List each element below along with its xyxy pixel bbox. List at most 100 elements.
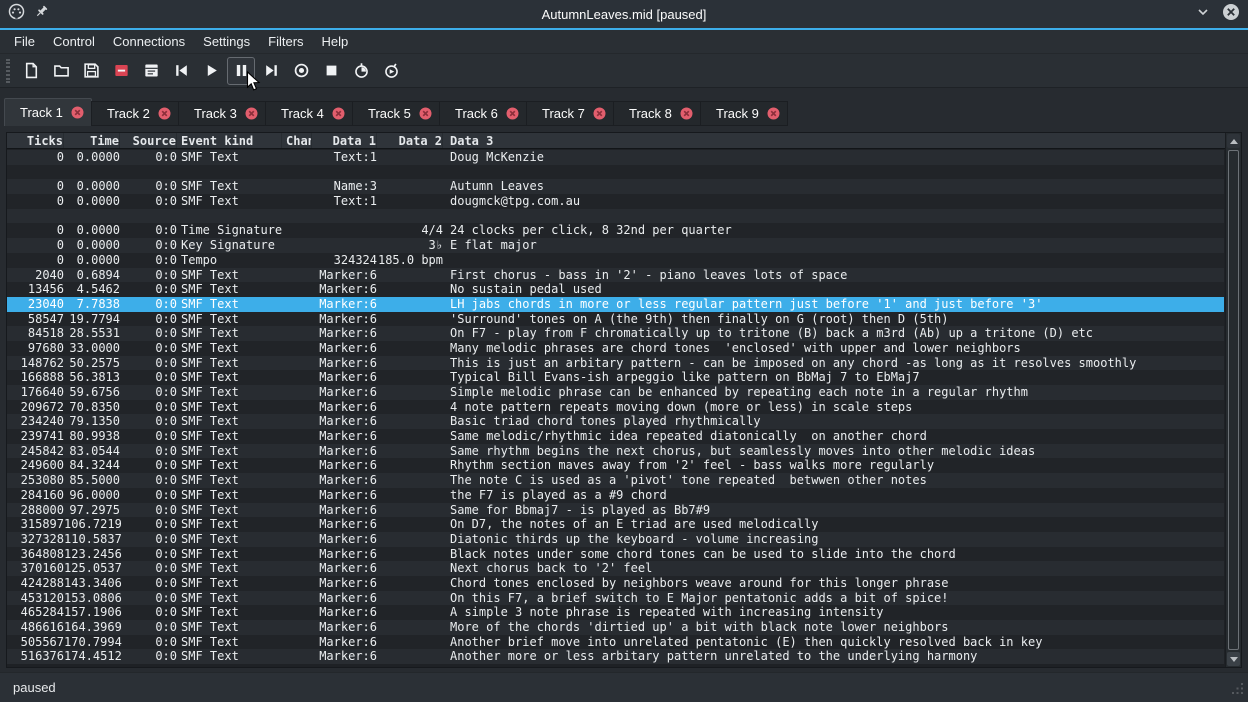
save-file-button[interactable] — [77, 57, 105, 85]
table-row[interactable]: 134564.54620:0SMF TextMarker:6No sustain… — [7, 282, 1224, 297]
table-row[interactable]: 327328110.58370:0SMF TextMarker:6Diatoni… — [7, 532, 1224, 547]
cell-event-kind: SMF Text — [177, 297, 282, 312]
timer-play-button[interactable] — [377, 57, 405, 85]
timer-button[interactable] — [347, 57, 375, 85]
column-header-time[interactable]: Time — [64, 133, 120, 148]
table-row[interactable]: 5854719.77940:0SMF TextMarker:6'Surround… — [7, 312, 1224, 327]
tab-track-8[interactable]: Track 8 — [613, 101, 701, 126]
table-header[interactable]: TicksTimeSourceEvent kindChanData 1Data … — [7, 133, 1225, 149]
menu-help[interactable]: Help — [313, 30, 358, 53]
resize-grip-icon[interactable] — [1232, 683, 1244, 698]
tab-track-7[interactable]: Track 7 — [526, 101, 614, 126]
tab-close-icon[interactable] — [71, 106, 84, 119]
table-row[interactable]: 17664059.67560:0SMF TextMarker:6Simple m… — [7, 385, 1224, 400]
menu-filters[interactable]: Filters — [259, 30, 312, 53]
tab-track-4[interactable]: Track 4 — [265, 101, 353, 126]
table-row[interactable] — [7, 165, 1224, 180]
table-row[interactable]: 8451828.55310:0SMF TextMarker:6On F7 - p… — [7, 326, 1224, 341]
open-file-button[interactable] — [47, 57, 75, 85]
toolbar-drag-handle-icon[interactable] — [6, 59, 10, 83]
window-title: AutumnLeaves.mid [paused] — [0, 7, 1248, 22]
scrollbar-down-icon[interactable] — [1227, 652, 1240, 666]
skip-backward-button[interactable] — [167, 57, 195, 85]
table-row[interactable] — [7, 209, 1224, 224]
tab-close-icon[interactable] — [680, 107, 693, 120]
tab-close-icon[interactable] — [593, 107, 606, 120]
event-log-button[interactable] — [137, 57, 165, 85]
tab-track-9[interactable]: Track 9 — [700, 101, 788, 126]
tab-close-icon[interactable] — [158, 107, 171, 120]
scrollbar-thumb[interactable] — [1228, 150, 1239, 650]
column-header-ticks[interactable]: Ticks — [7, 133, 64, 148]
table-row[interactable]: 465284157.19060:0SMF TextMarker:6A simpl… — [7, 605, 1224, 620]
table-row[interactable]: 00.00000:0SMF TextText:1dougmck@tpg.com.… — [7, 194, 1224, 209]
pin-icon[interactable] — [34, 4, 49, 24]
table-row[interactable]: 00.00000:0SMF TextName:3Autumn Leaves — [7, 179, 1224, 194]
skip-forward-button[interactable] — [257, 57, 285, 85]
tab-track-5[interactable]: Track 5 — [352, 101, 440, 126]
tab-track-6[interactable]: Track 6 — [439, 101, 527, 126]
table-row[interactable]: 20967270.83500:0SMF TextMarker:64 note p… — [7, 400, 1224, 415]
table-row[interactable]: 28416096.00000:0SMF TextMarker:6the F7 i… — [7, 488, 1224, 503]
table-row[interactable]: 505567170.79940:0SMF TextMarker:6Another… — [7, 635, 1224, 650]
table-row[interactable]: 16688856.38130:0SMF TextMarker:6Typical … — [7, 370, 1224, 385]
cell-event-kind: SMF Text — [177, 385, 282, 400]
table-row[interactable]: 00.00000:0SMF TextText:1Doug McKenzie — [7, 150, 1224, 165]
remove-button[interactable] — [107, 57, 135, 85]
stop-button[interactable] — [317, 57, 345, 85]
tab-close-icon[interactable] — [245, 107, 258, 120]
table-row[interactable]: 00.00000:0Time Signature4/424 clocks per… — [7, 223, 1224, 238]
cell-data2 — [377, 649, 443, 664]
table-row[interactable]: 14876250.25750:0SMF TextMarker:6This is … — [7, 356, 1224, 371]
pause-button[interactable] — [227, 57, 255, 85]
table-row[interactable]: 364808123.24560:0SMF TextMarker:6Black n… — [7, 547, 1224, 562]
table-row[interactable]: 24960084.32440:0SMF TextMarker:6Rhythm s… — [7, 458, 1224, 473]
column-header-chan[interactable]: Chan — [282, 133, 312, 148]
table-row[interactable]: 453120153.08060:0SMF TextMarker:6On this… — [7, 591, 1224, 606]
menu-settings[interactable]: Settings — [194, 30, 259, 53]
column-header-source[interactable]: Source — [120, 133, 177, 148]
vertical-scrollbar[interactable] — [1225, 133, 1241, 667]
menu-control[interactable]: Control — [44, 30, 104, 53]
cell-data3 — [443, 209, 1224, 224]
chevron-down-icon[interactable] — [1196, 5, 1210, 24]
tab-close-icon[interactable] — [419, 107, 432, 120]
tab-close-icon[interactable] — [506, 107, 519, 120]
menu-connections[interactable]: Connections — [104, 30, 194, 53]
column-header-data-2[interactable]: Data 2 — [377, 133, 443, 148]
table-row[interactable]: 23974180.99380:0SMF TextMarker:6Same mel… — [7, 429, 1224, 444]
table-row[interactable]: 424288143.34060:0SMF TextMarker:6Chord t… — [7, 576, 1224, 591]
window-close-button[interactable] — [1222, 3, 1240, 26]
table-row[interactable]: 230407.78380:0SMF TextMarker:6LH jabs ch… — [7, 297, 1224, 312]
column-header-data-3[interactable]: Data 3 — [443, 133, 1225, 148]
table-row[interactable]: 370160125.05370:0SMF TextMarker:6Next ch… — [7, 561, 1224, 576]
tab-track-1[interactable]: Track 1 — [4, 98, 92, 126]
cell-time: 0.0000 — [64, 179, 120, 194]
cell-data2 — [377, 385, 443, 400]
cell-data2 — [377, 150, 443, 165]
record-button[interactable] — [287, 57, 315, 85]
new-file-button[interactable] — [17, 57, 45, 85]
titlebar[interactable]: AutumnLeaves.mid [paused] — [0, 0, 1248, 28]
table-row[interactable]: 516376174.45120:0SMF TextMarker:6Another… — [7, 649, 1224, 664]
table-row[interactable]: 00.00000:0Key Signature3♭E flat major — [7, 238, 1224, 253]
table-row[interactable]: 25308085.50000:0SMF TextMarker:6The note… — [7, 473, 1224, 488]
table-row[interactable]: 20400.68940:0SMF TextMarker:6First choru… — [7, 268, 1224, 283]
cell-data2 — [377, 209, 443, 224]
table-row[interactable]: 9768033.00000:0SMF TextMarker:6Many melo… — [7, 341, 1224, 356]
tab-close-icon[interactable] — [332, 107, 345, 120]
menu-file[interactable]: File — [5, 30, 44, 53]
table-row[interactable]: 23424079.13500:0SMF TextMarker:6Basic tr… — [7, 414, 1224, 429]
tab-track-2[interactable]: Track 2 — [91, 101, 179, 126]
tab-track-3[interactable]: Track 3 — [178, 101, 266, 126]
tab-close-icon[interactable] — [767, 107, 780, 120]
column-header-data-1[interactable]: Data 1 — [312, 133, 377, 148]
table-row[interactable]: 00.00000:0Tempo324324185.0 bpm — [7, 253, 1224, 268]
play-button[interactable] — [197, 57, 225, 85]
table-row[interactable]: 28800097.29750:0SMF TextMarker:6Same for… — [7, 503, 1224, 518]
column-header-event-kind[interactable]: Event kind — [177, 133, 282, 148]
table-row[interactable]: 315897106.72190:0SMF TextMarker:6On D7, … — [7, 517, 1224, 532]
scrollbar-up-icon[interactable] — [1227, 134, 1240, 148]
table-row[interactable]: 24584283.05440:0SMF TextMarker:6Same rhy… — [7, 444, 1224, 459]
table-row[interactable]: 486616164.39690:0SMF TextMarker:6More of… — [7, 620, 1224, 635]
